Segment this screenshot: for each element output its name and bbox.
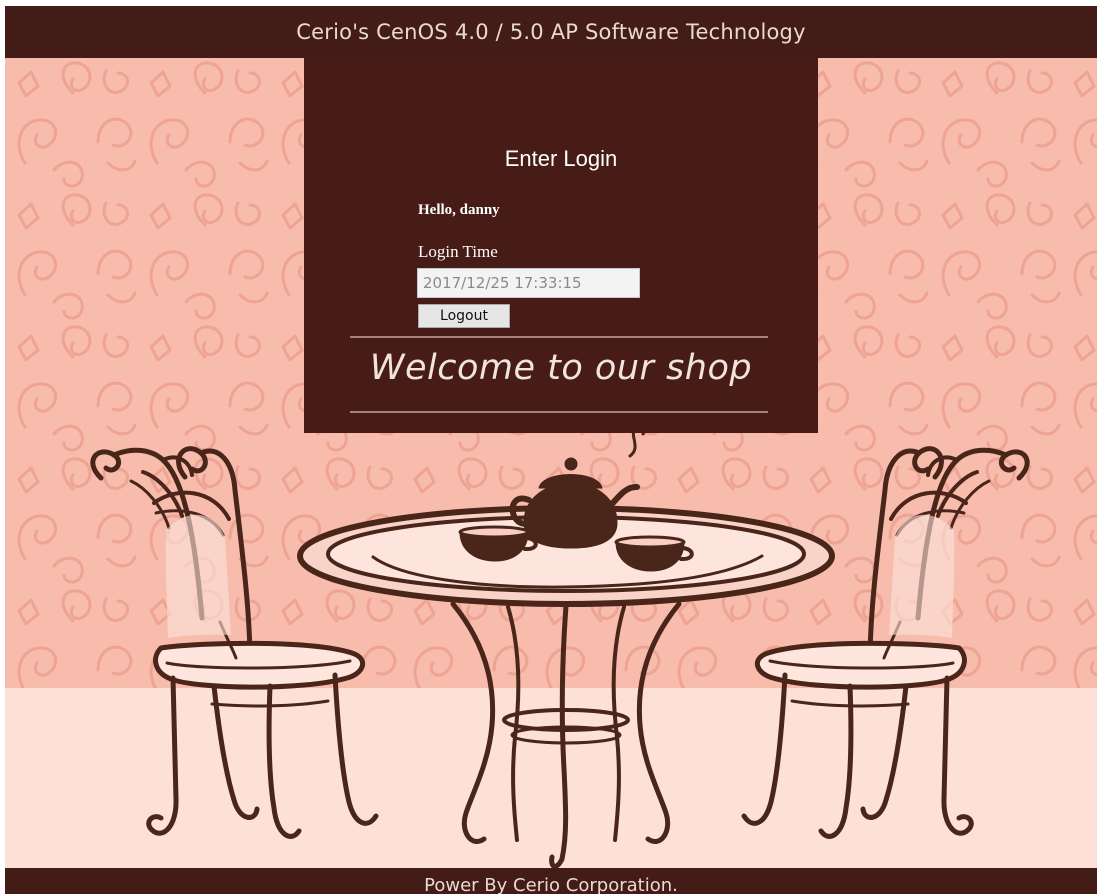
login-heading: Enter Login [504, 146, 618, 171]
login-time-field[interactable] [417, 268, 640, 298]
greeting-text: Hello, danny [418, 202, 500, 218]
logout-button[interactable]: Logout [418, 304, 510, 328]
header-title: Cerio's CenOS 4.0 / 5.0 AP Software Tech… [5, 6, 1097, 58]
welcome-divider-bottom [350, 411, 768, 413]
footer-text: Power By Cerio Corporation. [5, 868, 1097, 894]
welcome-message: Welcome to our shop [369, 348, 753, 388]
login-page: Cerio's CenOS 4.0 / 5.0 AP Software Tech… [0, 0, 1097, 894]
login-panel: Enter Login Hello, danny Login Time Logo… [304, 58, 818, 433]
login-time-label: Login Time [418, 242, 498, 261]
welcome-divider-top [350, 336, 768, 338]
